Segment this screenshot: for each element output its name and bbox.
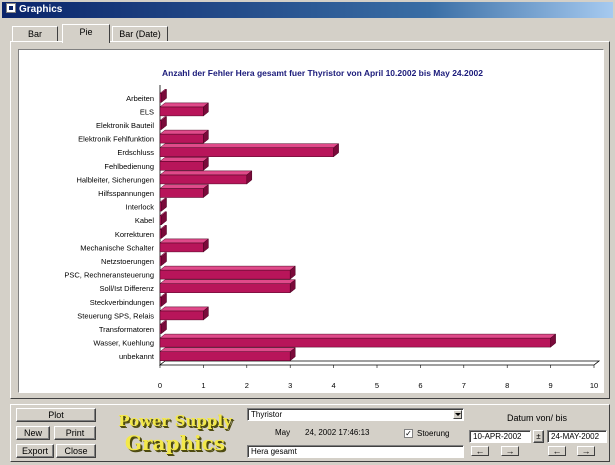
stoerung-checkbox[interactable]: ✓: [404, 429, 413, 438]
chart-floor: [158, 360, 601, 366]
app-icon: [6, 3, 16, 13]
date-to-input[interactable]: 24-MAY-2002: [547, 430, 607, 443]
category-label: Wasser, Kuehlung: [93, 339, 154, 348]
date-to-next-button[interactable]: →: [577, 446, 595, 456]
date-from-prev-button[interactable]: ←: [471, 446, 489, 456]
bar-top: [159, 184, 210, 189]
bar: [159, 310, 204, 321]
bar-top: [159, 333, 557, 339]
bar-top: [159, 143, 340, 148]
bar-chart: Anzahl der Fehler Hera gesamt fuer Thyri…: [64, 68, 601, 390]
bar: [159, 269, 291, 280]
control-panel: Plot New Print Export Close Power Supply…: [10, 404, 610, 462]
bar-top: [159, 157, 210, 162]
x-tick-label: 6: [418, 381, 422, 390]
x-tick-label: 3: [288, 381, 292, 390]
swap-dates-button[interactable]: ±: [533, 430, 544, 443]
bar: [159, 351, 291, 361]
stoerung-label: Stoerung: [417, 429, 450, 438]
month-label: May: [275, 428, 291, 437]
bar-top: [159, 347, 296, 352]
bar: [159, 106, 204, 117]
category-field-value: Hera gesamt: [251, 447, 297, 456]
category-label: Korrekturen: [115, 230, 154, 239]
plot-button[interactable]: Plot: [16, 408, 96, 422]
date-to-prev-button[interactable]: ←: [548, 446, 566, 456]
x-tick-label: 4: [332, 381, 336, 390]
close-button[interactable]: Close: [56, 444, 96, 458]
device-select-value: Thyristor: [251, 410, 283, 419]
category-field[interactable]: Hera gesamt: [247, 445, 464, 458]
x-tick-label: 7: [462, 381, 466, 390]
logo-line-2: Graphics: [124, 431, 226, 455]
logo-line-1: Power Supply: [118, 412, 232, 430]
chart-title: Anzahl der Fehler Hera gesamt fuer Thyri…: [162, 68, 483, 78]
bar: [159, 133, 204, 144]
bar-top: [159, 102, 210, 108]
date-from-next-button[interactable]: →: [501, 446, 519, 456]
window-titlebar: Graphics: [2, 2, 613, 18]
category-label: Elektronik Fehlfunktion: [78, 135, 154, 144]
tab-pie[interactable]: Pie: [62, 24, 110, 43]
chart-frame: Anzahl der Fehler Hera gesamt fuer Thyri…: [18, 49, 604, 393]
category-label: Mechanische Schalter: [80, 243, 154, 252]
date-from-input[interactable]: 10-APR-2002: [469, 430, 531, 443]
bar-top: [159, 306, 210, 312]
category-label: ELS: [140, 107, 154, 116]
new-button[interactable]: New: [16, 426, 50, 440]
chart-panel: Anzahl der Fehler Hera gesamt fuer Thyri…: [10, 41, 610, 399]
bar: [159, 161, 204, 171]
category-label: PSC, Rechneransteuerung: [64, 271, 154, 280]
x-tick-label: 9: [549, 381, 553, 390]
bar: [159, 188, 204, 198]
tab-bar-date[interactable]: Bar (Date): [112, 26, 168, 42]
x-tick-label: 8: [505, 381, 509, 390]
tab-bar[interactable]: Bar: [12, 26, 58, 42]
category-label: Kabel: [135, 216, 155, 225]
print-button[interactable]: Print: [54, 426, 96, 440]
category-label: Soll/Ist Differenz: [100, 284, 155, 293]
category-label: Fehlbedienung: [104, 162, 154, 171]
category-label: Interlock: [126, 203, 155, 212]
bar-top: [159, 238, 210, 244]
x-tick-label: 0: [158, 381, 162, 390]
category-label: unbekannt: [119, 352, 155, 361]
x-tick-label: 2: [245, 381, 249, 390]
category-label: Transformatoren: [99, 325, 154, 334]
category-label: Arbeiten: [126, 94, 154, 103]
category-label: Steuerung SPS, Relais: [77, 311, 154, 320]
bar-top: [159, 129, 210, 135]
x-tick-label: 10: [590, 381, 598, 390]
bar-top: [159, 265, 296, 271]
device-select[interactable]: Thyristor: [247, 408, 464, 421]
bar: [159, 242, 204, 253]
chevron-down-icon[interactable]: [453, 410, 462, 419]
export-button[interactable]: Export: [16, 444, 54, 458]
date-to-value: 24-MAY-2002: [551, 432, 600, 441]
x-tick-label: 1: [201, 381, 205, 390]
date-from-value: 10-APR-2002: [473, 432, 522, 441]
bar: [159, 283, 291, 293]
bar-top: [159, 170, 253, 176]
category-label: Halbleiter, Sicherungen: [76, 175, 154, 184]
category-label: Steckverbindungen: [90, 298, 154, 307]
bar: [159, 337, 551, 348]
timestamp-label: 24, 2002 17:46:13: [305, 428, 370, 437]
category-label: Hilfsspannungen: [98, 189, 154, 198]
category-label: Erdschluss: [117, 148, 154, 157]
bar: [159, 174, 248, 185]
power-supply-graphics-logo: Power Supply Graphics: [109, 407, 241, 459]
category-label: Netzstoerungen: [101, 257, 154, 266]
category-label: Elektronik Bauteil: [96, 121, 154, 130]
date-range-label: Datum von/ bis: [507, 413, 568, 423]
bar-top: [159, 279, 296, 284]
x-tick-label: 5: [375, 381, 379, 390]
bar: [159, 147, 334, 157]
window-title: Graphics: [19, 4, 63, 15]
